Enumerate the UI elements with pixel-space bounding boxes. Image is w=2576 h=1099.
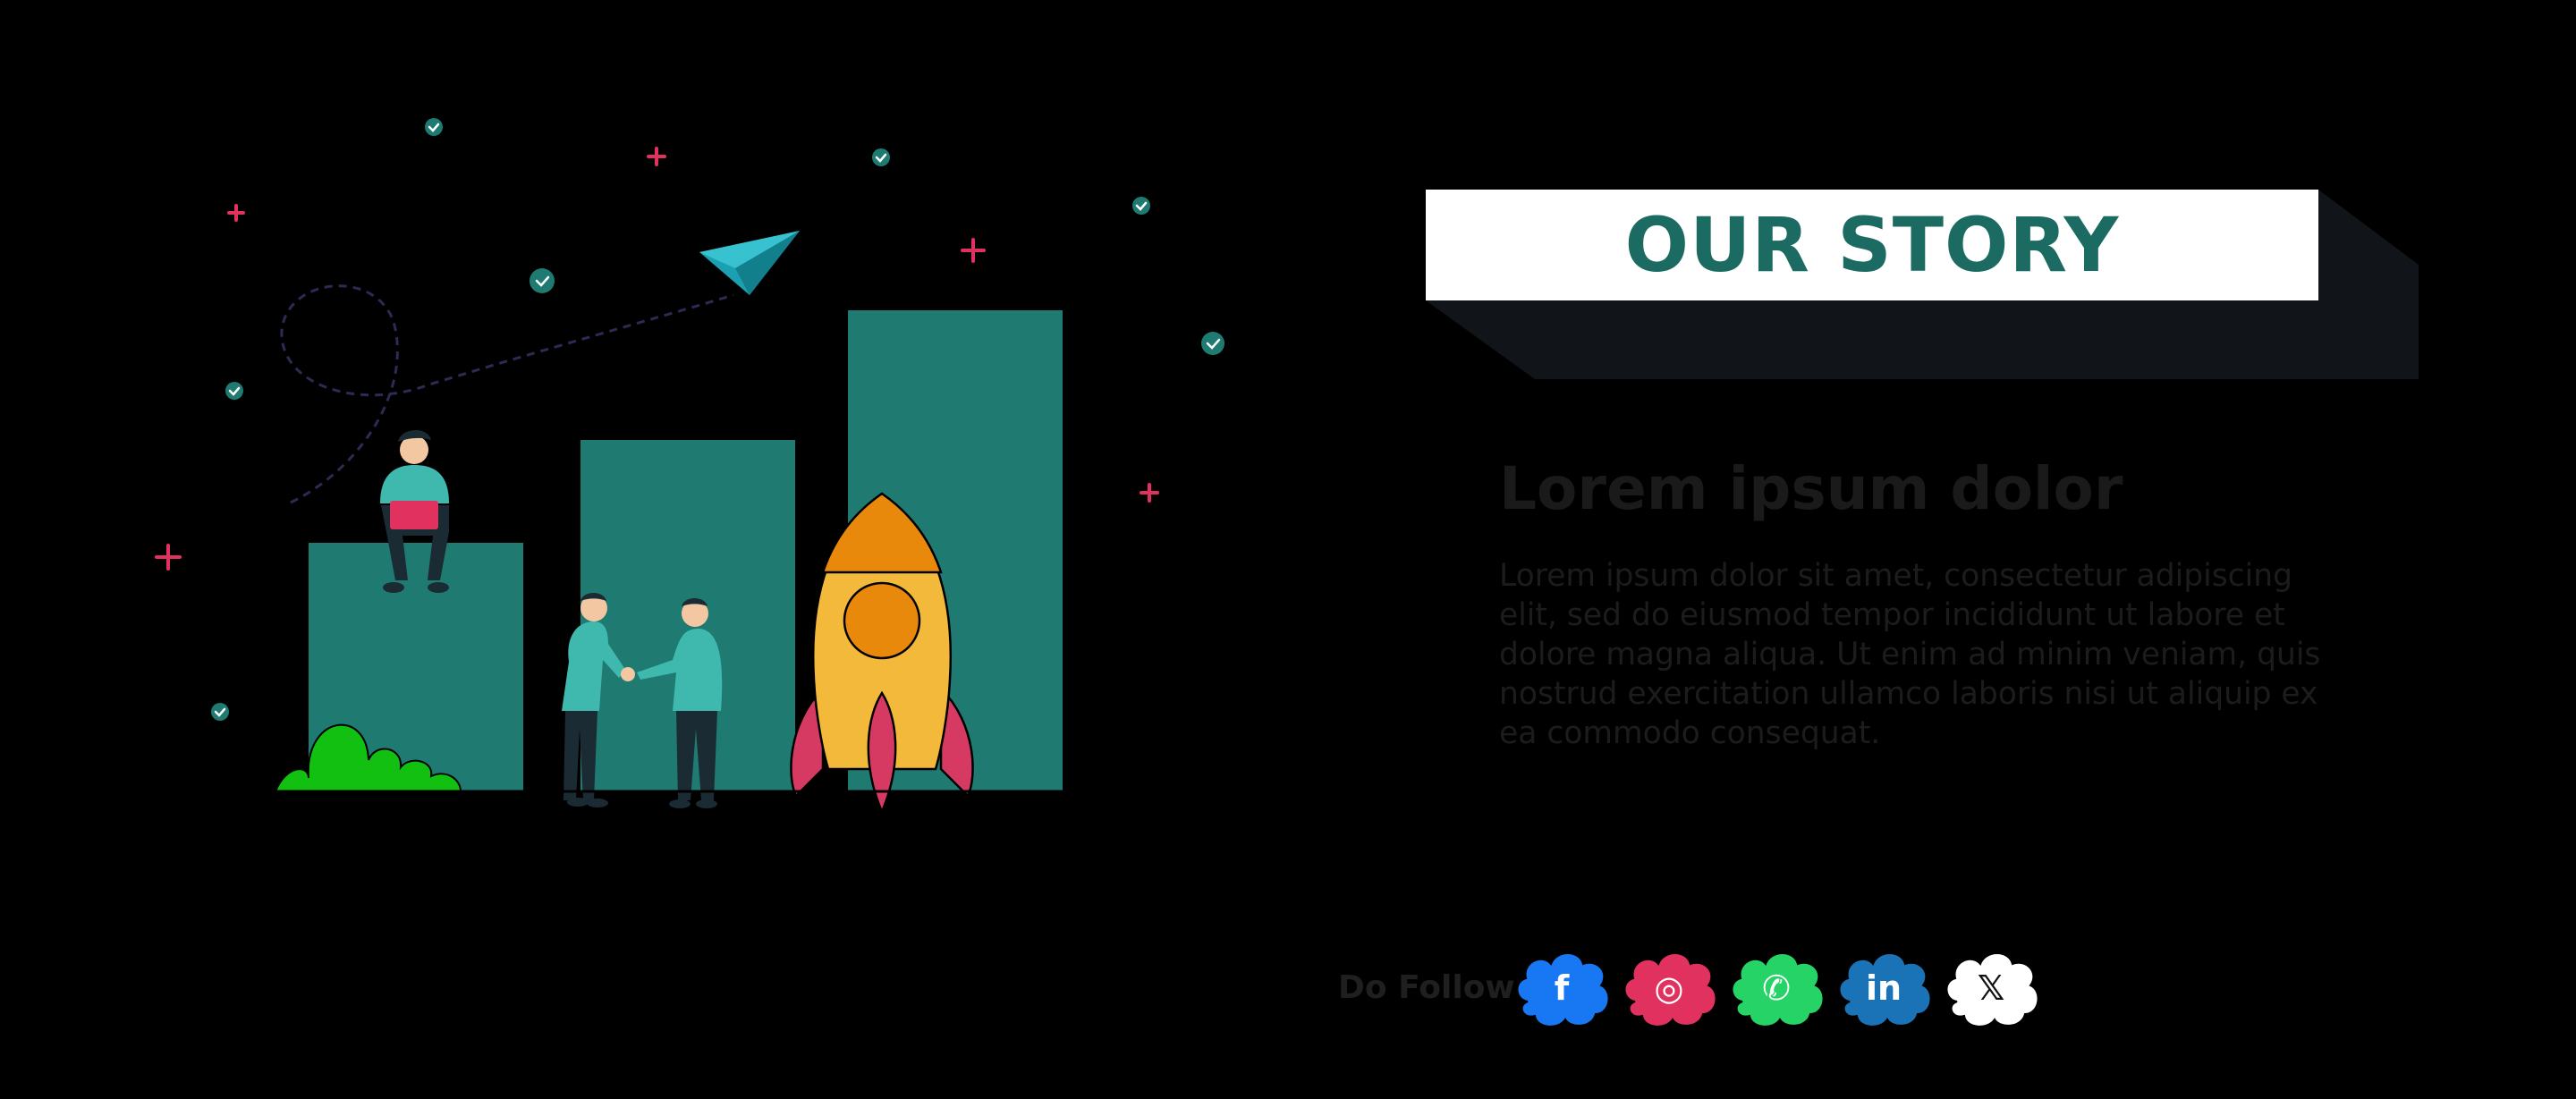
instagram-icon: ◎ bbox=[1654, 968, 1684, 1008]
do-follow-label: Do Follow bbox=[1338, 969, 1515, 1006]
title-banner: OUR STORY bbox=[1426, 190, 2318, 300]
x-icon: 𝕏 bbox=[1977, 968, 2005, 1008]
paper-plane-icon bbox=[699, 231, 800, 295]
growth-illustration bbox=[155, 118, 1224, 816]
x-link[interactable]: 𝕏 bbox=[1941, 946, 2041, 1030]
content-heading: Lorem ipsum dolor bbox=[1499, 454, 2123, 523]
facebook-icon: f bbox=[1554, 968, 1570, 1008]
facebook-link[interactable]: f bbox=[1512, 946, 1612, 1030]
page-title: OUR STORY bbox=[1624, 201, 2120, 289]
whatsapp-link[interactable]: ✆ bbox=[1726, 946, 1826, 1030]
instagram-link[interactable]: ◎ bbox=[1619, 946, 1719, 1030]
whatsapp-icon: ✆ bbox=[1762, 968, 1791, 1008]
content-body: Lorem ipsum dolor sit amet, consectetur … bbox=[1499, 558, 2321, 751]
linkedin-link[interactable]: in bbox=[1834, 946, 1934, 1030]
linkedin-icon: in bbox=[1865, 968, 1902, 1008]
